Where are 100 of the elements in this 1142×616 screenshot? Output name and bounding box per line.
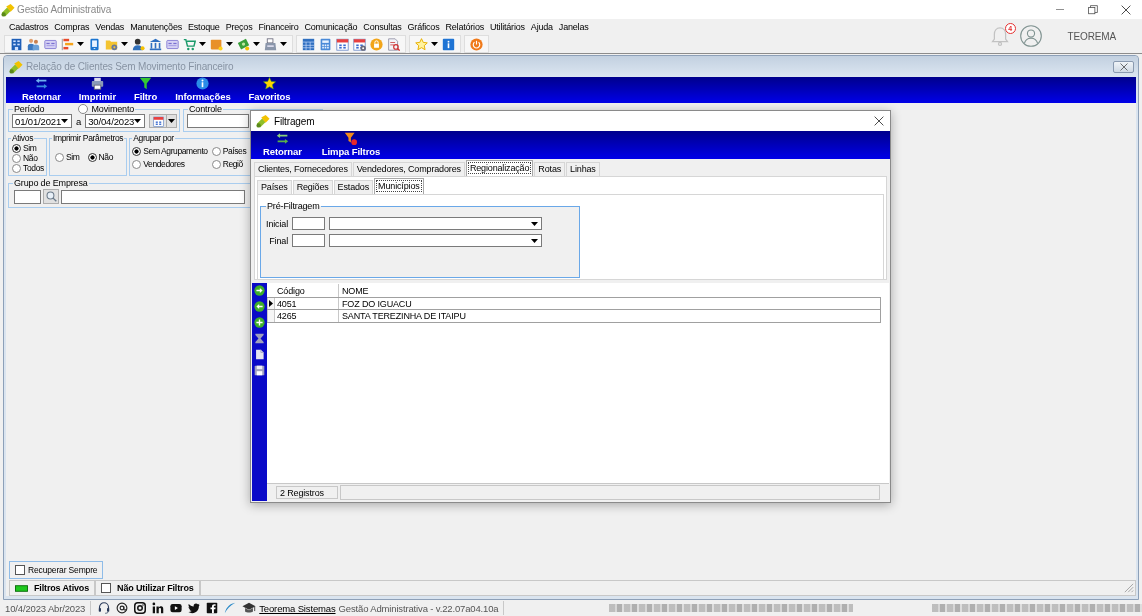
radio-button[interactable]: [78, 104, 89, 114]
mobile-icon[interactable]: [88, 37, 101, 51]
dropdown-field[interactable]: [329, 217, 542, 230]
toolbar-button[interactable]: Filtro: [130, 77, 162, 102]
input-field[interactable]: [292, 217, 325, 230]
menu-item[interactable]: Gráficos: [404, 22, 443, 32]
caret-icon[interactable]: [121, 42, 128, 46]
menu-item[interactable]: Relatórios: [442, 22, 487, 32]
caret-icon[interactable]: [226, 42, 233, 46]
tab[interactable]: Municípios: [374, 178, 424, 194]
dropdown-field[interactable]: [329, 234, 542, 247]
person-icon[interactable]: [132, 37, 145, 51]
caret-icon[interactable]: [431, 42, 438, 46]
caret-icon[interactable]: [77, 42, 84, 46]
checkbox[interactable]: [15, 565, 25, 575]
bell-icon[interactable]: [989, 26, 1010, 46]
toolbar-button[interactable]: Retornar: [18, 77, 65, 102]
bars-icon[interactable]: [61, 37, 74, 51]
minimize-icon[interactable]: [1054, 9, 1065, 10]
arrow-left-icon[interactable]: [254, 301, 265, 312]
card-icon[interactable]: [166, 37, 179, 51]
document-search-icon[interactable]: [387, 37, 400, 51]
bank-icon[interactable]: [149, 37, 162, 51]
date-dropdown[interactable]: 30/04/2023: [85, 114, 146, 128]
menu-item[interactable]: Financeiro: [255, 22, 302, 32]
tab[interactable]: Regionalização: [465, 160, 534, 176]
tab[interactable]: Estados: [333, 180, 374, 194]
tab[interactable]: Clientes, Fornecedores: [254, 162, 352, 176]
toolbar-button[interactable]: Retornar: [259, 132, 306, 157]
radio-button[interactable]: [211, 159, 221, 169]
card-icon[interactable]: [44, 37, 57, 51]
menu-item[interactable]: Janelas: [555, 22, 592, 32]
menu-item[interactable]: Comunicação: [301, 22, 361, 32]
star-icon[interactable]: [415, 37, 428, 51]
calendar-button[interactable]: [149, 114, 168, 128]
bird-icon[interactable]: [188, 602, 201, 614]
plus-icon[interactable]: [254, 317, 265, 328]
radio-button[interactable]: [211, 146, 221, 156]
people-icon[interactable]: [27, 37, 40, 51]
checkbox[interactable]: [101, 583, 112, 593]
menu-item[interactable]: Cadastros: [6, 22, 52, 32]
tab[interactable]: Países: [257, 180, 292, 194]
menu-item[interactable]: Ajuda: [527, 22, 556, 32]
calendar-gear-icon[interactable]: [353, 37, 366, 51]
table-icon[interactable]: [302, 37, 315, 51]
calendar-icon[interactable]: [336, 37, 349, 51]
power-icon[interactable]: [470, 37, 483, 51]
menu-item[interactable]: Preços: [222, 22, 256, 32]
radio-button[interactable]: [87, 152, 97, 162]
radio-button[interactable]: [54, 152, 64, 162]
swoosh-icon[interactable]: [224, 602, 237, 614]
tab[interactable]: Linhas: [566, 162, 600, 176]
camera-icon[interactable]: [134, 602, 147, 614]
radio-label: Vendedores: [143, 159, 185, 169]
radio-button[interactable]: [132, 159, 142, 169]
user-avatar-icon[interactable]: [1019, 25, 1042, 47]
at-sign-icon[interactable]: [116, 602, 129, 614]
arrow-right-icon[interactable]: [254, 285, 265, 296]
menu-item[interactable]: Manutenções: [127, 22, 185, 32]
input-field[interactable]: [292, 234, 325, 247]
menu-item[interactable]: Utilitários: [487, 22, 528, 32]
caret-icon[interactable]: [199, 42, 206, 46]
menu-item[interactable]: Vendas: [92, 22, 128, 32]
tab[interactable]: Rotas: [534, 162, 566, 176]
caret-icon[interactable]: [280, 42, 287, 46]
date-dropdown[interactable]: 01/01/2021: [12, 114, 72, 128]
input-field[interactable]: [14, 189, 41, 204]
f-logo-icon[interactable]: [206, 602, 219, 614]
radio-button[interactable]: [12, 143, 21, 153]
headset-icon[interactable]: [98, 602, 111, 614]
folder-icon[interactable]: [105, 37, 118, 51]
in-logo-icon[interactable]: [152, 602, 165, 614]
resize-grip-icon[interactable]: [1124, 583, 1134, 593]
play-icon[interactable]: [170, 602, 183, 614]
input-field[interactable]: [61, 189, 245, 204]
info-icon[interactable]: [442, 37, 455, 51]
search-button[interactable]: [43, 189, 59, 204]
menu-item[interactable]: Consultas: [360, 22, 405, 32]
dropdown-button[interactable]: [167, 114, 178, 128]
tab[interactable]: Vendedores, Compradores: [352, 162, 465, 176]
menu-item[interactable]: Estoque: [185, 22, 223, 32]
toolbar-button[interactable]: Imprimir: [74, 77, 120, 102]
building-icon[interactable]: [10, 37, 23, 51]
close-icon[interactable]: [874, 116, 884, 126]
close-button[interactable]: [1113, 60, 1134, 73]
radio-button[interactable]: [12, 163, 21, 173]
close-icon[interactable]: [1120, 4, 1131, 15]
radio-button[interactable]: [12, 153, 21, 163]
caret-icon[interactable]: [253, 42, 260, 46]
input-field[interactable]: [187, 114, 249, 128]
radio-button[interactable]: [132, 146, 142, 156]
calculator-icon[interactable]: [319, 37, 332, 51]
restore-icon[interactable]: [1087, 4, 1098, 15]
toolbar-button[interactable]: Limpa Filtros: [317, 132, 385, 157]
toolbar-button[interactable]: Informações: [171, 77, 235, 102]
row-indicator[interactable]: [267, 298, 275, 309]
menu-item[interactable]: Compras: [51, 22, 93, 32]
tab[interactable]: Regiões: [292, 180, 333, 194]
website-link[interactable]: Teorema Sistemas: [259, 602, 336, 614]
toolbar-button[interactable]: Favoritos: [244, 77, 295, 102]
